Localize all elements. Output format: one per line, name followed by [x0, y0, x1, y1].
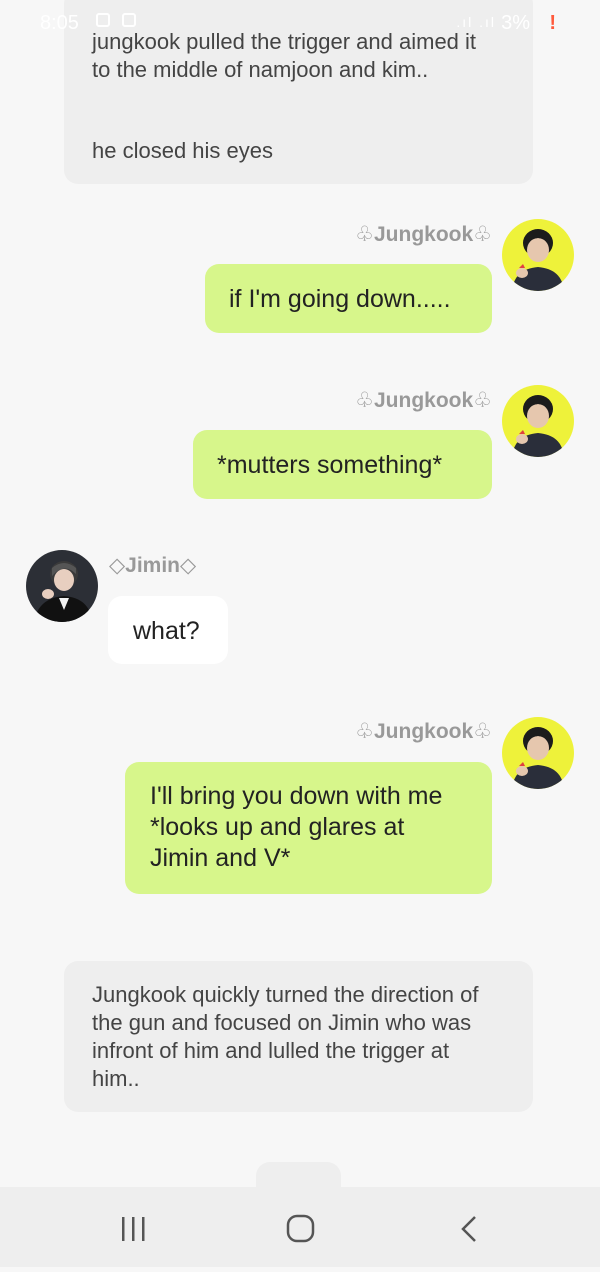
message-text-line: *looks up and glares at: [150, 813, 405, 841]
message-text: if I'm going down.....: [229, 285, 451, 313]
message-text: *mutters something*: [217, 451, 443, 479]
message-text-line: Jimin and V*: [150, 844, 291, 872]
status-bar: 8:05 .ıl .ıl 3% !: [0, 0, 600, 44]
message-bubble-sent[interactable]: I'll bring you down with me *looks up an…: [125, 762, 492, 894]
message-text-line: I'll bring you down with me: [150, 782, 443, 810]
avatar-jungkook[interactable]: [502, 385, 574, 457]
narration-box: Jungkook quickly turned the direction of…: [64, 961, 533, 1112]
avatar-image: [502, 385, 574, 457]
recent-apps-button[interactable]: [93, 1187, 173, 1267]
notification-icon: [96, 13, 110, 27]
signal-icon: .ıl .ıl: [456, 14, 496, 30]
navigation-bar: [0, 1187, 600, 1267]
message-bubble-received[interactable]: what?: [108, 596, 228, 664]
avatar-jungkook[interactable]: [502, 219, 574, 291]
home-icon: [286, 1214, 315, 1243]
back-icon: [461, 1216, 476, 1242]
sender-name: ◇Jimin◇: [109, 554, 197, 577]
avatar-jungkook[interactable]: [502, 717, 574, 789]
warning-icon: !: [549, 12, 556, 34]
avatar-jimin[interactable]: [26, 550, 98, 622]
battery-level: 3%: [501, 12, 530, 34]
gallery-icon: [122, 13, 136, 27]
sender-name: ♧Jungkook♧: [355, 720, 492, 743]
message-bubble-sent[interactable]: if I'm going down.....: [205, 264, 492, 333]
narration-line: he closed his eyes: [92, 138, 273, 163]
back-button[interactable]: [428, 1187, 508, 1267]
home-button[interactable]: [260, 1187, 340, 1267]
message-bubble-sent[interactable]: *mutters something*: [193, 430, 492, 499]
avatar-image: [26, 550, 98, 622]
message-text: what?: [133, 617, 200, 645]
narration-line: to the middle of namjoon and kim..: [92, 57, 429, 82]
status-time: 8:05: [40, 12, 79, 34]
avatar-image: [502, 219, 574, 291]
narration-line: the gun and focused on Jimin who was: [92, 1010, 472, 1035]
sender-name: ♧Jungkook♧: [355, 223, 492, 246]
sender-name: ♧Jungkook♧: [355, 389, 492, 412]
avatar-image: [502, 717, 574, 789]
narration-line: infront of him and lulled the trigger at: [92, 1038, 450, 1063]
recent-apps-icon: [122, 1217, 145, 1241]
narration-line: Jungkook quickly turned the direction of: [92, 982, 479, 1007]
narration-line: him..: [92, 1066, 140, 1091]
